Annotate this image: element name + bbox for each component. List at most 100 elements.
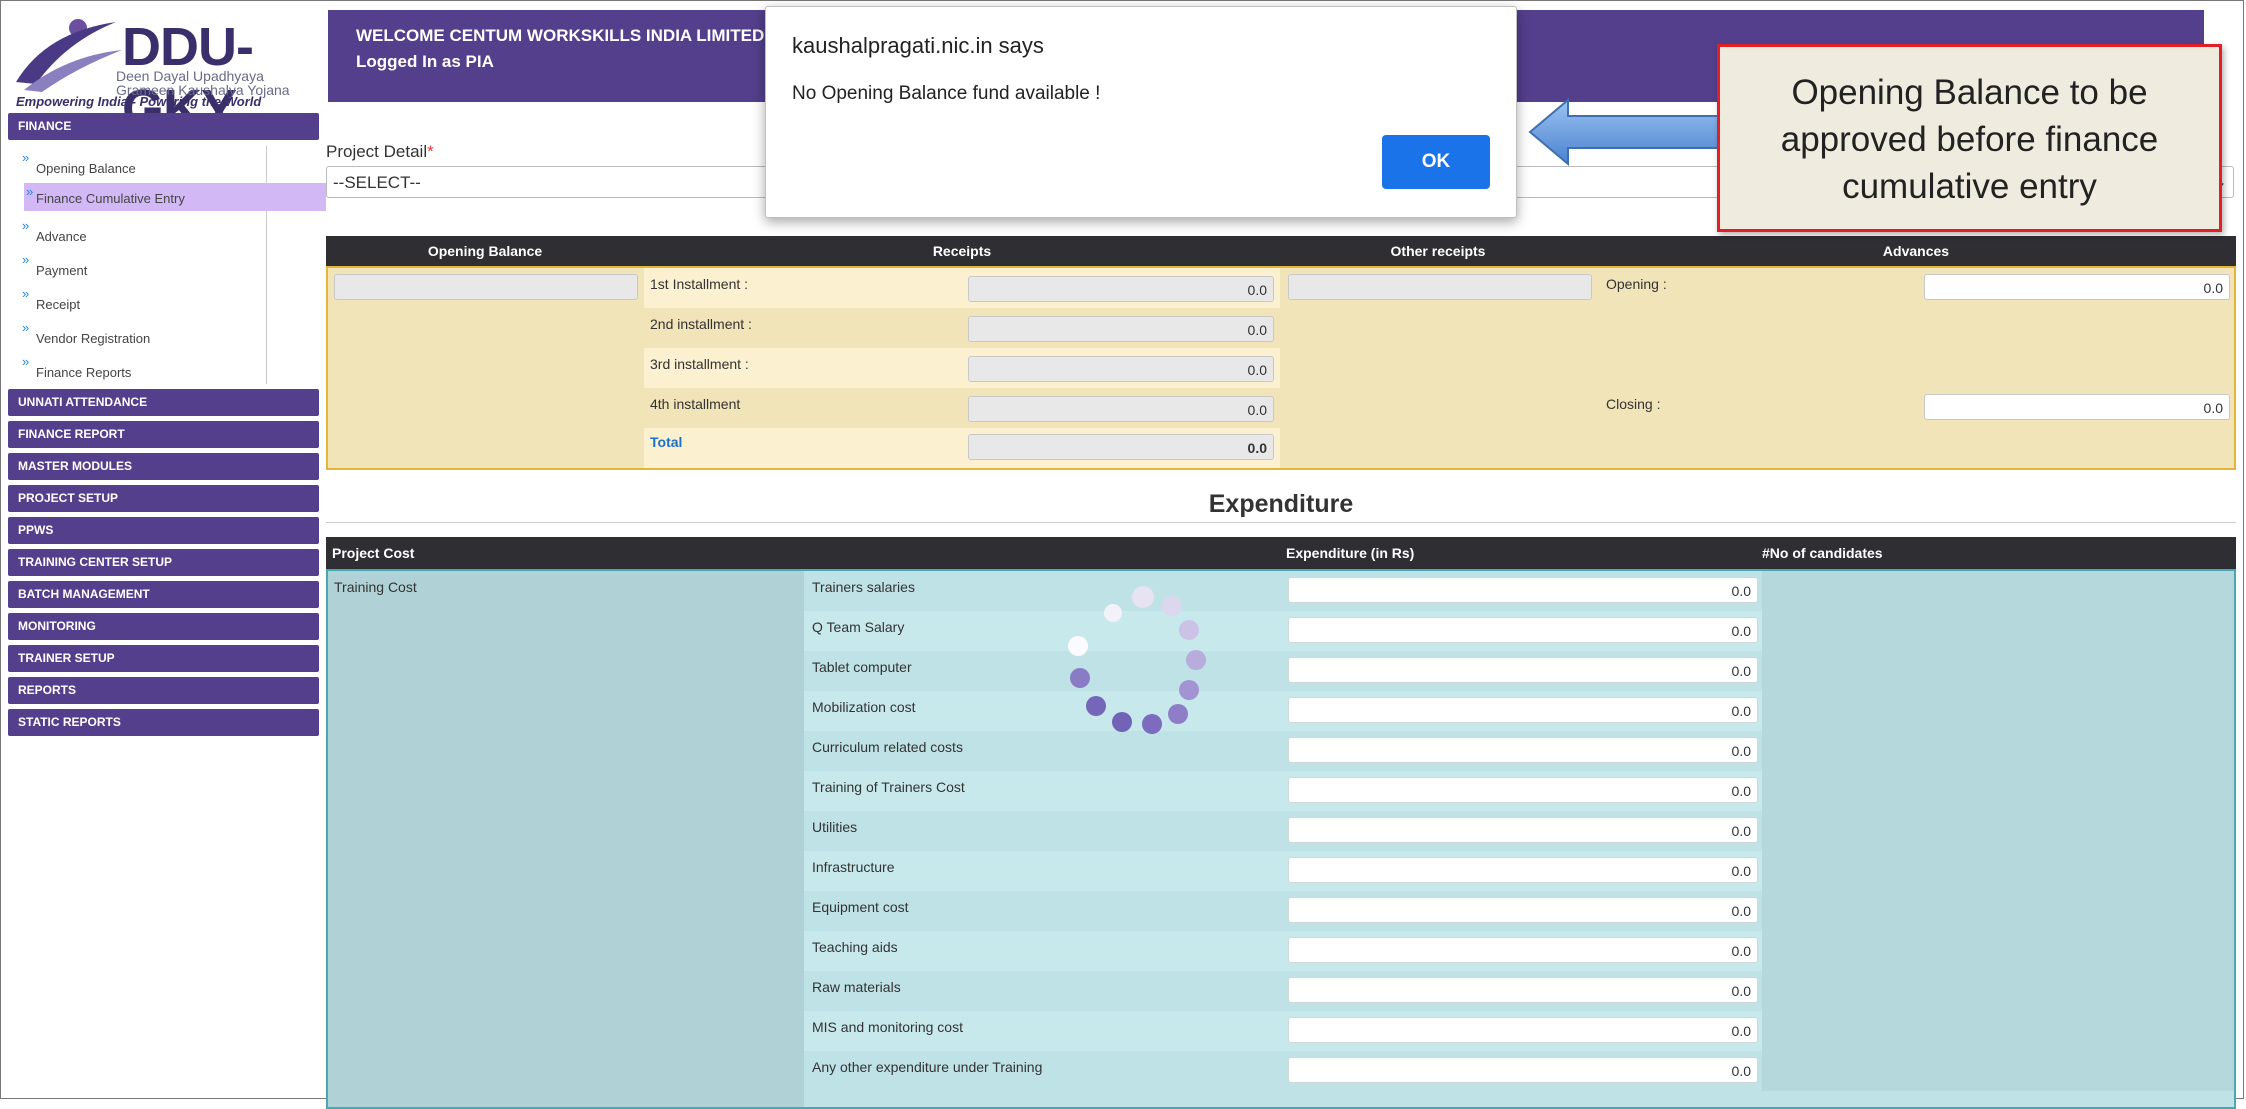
sidebar-section-unnati-attendance[interactable]: UNNATI ATTENDANCE xyxy=(8,389,319,416)
expenditure-row: Tablet computer 0.0 xyxy=(804,651,2234,691)
sidebar-item-label: Opening Balance xyxy=(36,161,136,176)
candidates-cell xyxy=(1762,691,2234,731)
sidebar-item-advance[interactable]: » Advance xyxy=(16,214,266,248)
expenditure-row: Infrastructure 0.0 xyxy=(804,851,2234,891)
spinner-dot xyxy=(1162,596,1182,616)
candidates-cell xyxy=(1762,651,2234,691)
sidebar-section-master-modules[interactable]: MASTER MODULES xyxy=(8,453,319,480)
installment-label: 4th installment xyxy=(650,396,741,412)
sidebar-item-finance-reports[interactable]: » Finance Reports xyxy=(16,350,266,384)
expenditure-value-input[interactable]: 0.0 xyxy=(1288,937,1758,963)
expenditure-value-input[interactable]: 0.0 xyxy=(1288,777,1758,803)
sidebar-section-batch-management[interactable]: BATCH MANAGEMENT xyxy=(8,581,319,608)
advances-opening-input[interactable]: 0.0 xyxy=(1924,274,2230,300)
candidates-cell xyxy=(1762,571,2234,611)
receipts-table-body: 1st Installment : 0.0 2nd installment : … xyxy=(326,266,2236,470)
sidebar-section-monitoring[interactable]: MONITORING xyxy=(8,613,319,640)
expenditure-value-input[interactable]: 0.0 xyxy=(1288,1017,1758,1043)
expenditure-value-input[interactable]: 0.0 xyxy=(1288,617,1758,643)
header-expenditure: Expenditure (in Rs) xyxy=(1286,545,1415,561)
sidebar-item-label: Advance xyxy=(36,229,87,244)
header-candidates: #No of candidates xyxy=(1762,545,1883,561)
expenditure-value-input[interactable]: 0.0 xyxy=(1288,897,1758,923)
arrow-left-icon xyxy=(1528,97,1719,167)
expenditure-title: Expenditure xyxy=(1208,490,1354,518)
double-chevron-icon: » xyxy=(22,218,30,233)
header-project-cost: Project Cost xyxy=(332,545,415,561)
expenditure-row-label: Teaching aids xyxy=(812,939,898,955)
expenditure-value-input[interactable]: 0.0 xyxy=(1288,737,1758,763)
candidates-cell xyxy=(1762,811,2234,851)
expenditure-value-input[interactable]: 0.0 xyxy=(1288,857,1758,883)
double-chevron-icon: » xyxy=(22,286,30,301)
advances-closing-input[interactable]: 0.0 xyxy=(1924,394,2230,420)
double-chevron-icon: » xyxy=(26,184,34,199)
sidebar-item-opening-balance[interactable]: » Opening Balance xyxy=(16,146,266,180)
expenditure-row: Raw materials 0.0 xyxy=(804,971,2234,1011)
required-mark: * xyxy=(427,142,434,161)
expenditure-row-label: MIS and monitoring cost xyxy=(812,1019,963,1035)
candidates-cell xyxy=(1762,611,2234,651)
spinner-dot xyxy=(1142,714,1162,734)
spinner-dot xyxy=(1112,712,1132,732)
expenditure-row-label: Training of Trainers Cost xyxy=(812,779,965,795)
expenditure-row-label: Mobilization cost xyxy=(812,699,916,715)
dialog-message: No Opening Balance fund available ! xyxy=(792,83,1101,104)
candidates-cell xyxy=(1762,931,2234,971)
expenditure-table: Project Cost Expenditure (in Rs) #No of … xyxy=(326,537,2236,1109)
sidebar-section-reports[interactable]: REPORTS xyxy=(8,677,319,704)
header-receipts: Receipts xyxy=(932,243,992,259)
ok-button[interactable]: OK xyxy=(1382,135,1490,189)
installment-1-input[interactable]: 0.0 xyxy=(968,276,1274,302)
sidebar-item-payment[interactable]: » Payment xyxy=(16,248,266,282)
sidebar-item-vendor-registration[interactable]: » Vendor Registration xyxy=(16,316,266,350)
logo-swoosh-icon xyxy=(16,19,122,92)
sidebar-section-ppws[interactable]: PPWS xyxy=(8,517,319,544)
logo-tagline: Empowering India - Powering the World xyxy=(16,94,262,109)
project-detail-label: Project Detail* xyxy=(326,142,434,162)
expenditure-value-input[interactable]: 0.0 xyxy=(1288,657,1758,683)
expenditure-value-input[interactable]: 0.0 xyxy=(1288,817,1758,843)
candidates-cell xyxy=(1762,851,2234,891)
expenditure-value-input[interactable]: 0.0 xyxy=(1288,1057,1758,1083)
sidebar-section-finance-report[interactable]: FINANCE REPORT xyxy=(8,421,319,448)
expenditure-table-body: Training Cost Trainers salaries 0.0 Q Tea… xyxy=(326,569,2236,1109)
expenditure-row: Mobilization cost 0.0 xyxy=(804,691,2234,731)
sidebar-section-training-center-setup[interactable]: TRAINING CENTER SETUP xyxy=(8,549,319,576)
expenditure-value-input[interactable]: 0.0 xyxy=(1288,697,1758,723)
spinner-dot xyxy=(1070,668,1090,688)
project-cost-category: Training Cost xyxy=(334,579,417,595)
sidebar-section-project-setup[interactable]: PROJECT SETUP xyxy=(8,485,319,512)
dialog-title: kaushalpragati.nic.in says xyxy=(792,33,1044,58)
expenditure-value-input[interactable]: 0.0 xyxy=(1288,577,1758,603)
sidebar-section-static-reports[interactable]: STATIC REPORTS xyxy=(8,709,319,736)
expenditure-row-label: Utilities xyxy=(812,819,858,835)
sidebar-item-finance-cumulative-entry[interactable]: » Finance Cumulative Entry xyxy=(24,183,326,211)
expenditure-row-label: Q Team Salary xyxy=(812,619,905,635)
double-chevron-icon: » xyxy=(22,354,30,369)
spinner-dot xyxy=(1179,680,1199,700)
sidebar-section-finance[interactable]: FINANCE xyxy=(8,113,319,140)
double-chevron-icon: » xyxy=(22,150,30,165)
sidebar-item-label: Payment xyxy=(36,263,88,278)
other-receipts-input[interactable] xyxy=(1288,274,1592,300)
sidebar-item-label: Vendor Registration xyxy=(36,331,151,346)
expenditure-row-label: Tablet computer xyxy=(812,659,912,675)
expenditure-row: Trainers salaries 0.0 xyxy=(804,571,2234,611)
advances-closing-label: Closing : xyxy=(1606,396,1661,412)
expenditure-row: Curriculum related costs 0.0 xyxy=(804,731,2234,771)
ddu-gky-logo: DDU-GKY Deen Dayal Upadhyaya Grameen Kau… xyxy=(6,12,328,139)
expenditure-value-input[interactable]: 0.0 xyxy=(1288,977,1758,1003)
expenditure-row: Equipment cost 0.0 xyxy=(804,891,2234,931)
total-input: 0.0 xyxy=(968,434,1274,460)
installment-2-input[interactable]: 0.0 xyxy=(968,316,1274,342)
opening-balance-input[interactable] xyxy=(334,274,638,300)
expenditure-row: Teaching aids 0.0 xyxy=(804,931,2234,971)
double-chevron-icon: » xyxy=(22,320,30,335)
sidebar-item-receipt[interactable]: » Receipt xyxy=(16,282,266,316)
expenditure-row: Any other expenditure under Training 0.0 xyxy=(804,1051,2234,1091)
installment-3-input[interactable]: 0.0 xyxy=(968,356,1274,382)
expenditure-row-label: Trainers salaries xyxy=(812,579,915,595)
sidebar-section-trainer-setup[interactable]: TRAINER SETUP xyxy=(8,645,319,672)
installment-4-input[interactable]: 0.0 xyxy=(968,396,1274,422)
